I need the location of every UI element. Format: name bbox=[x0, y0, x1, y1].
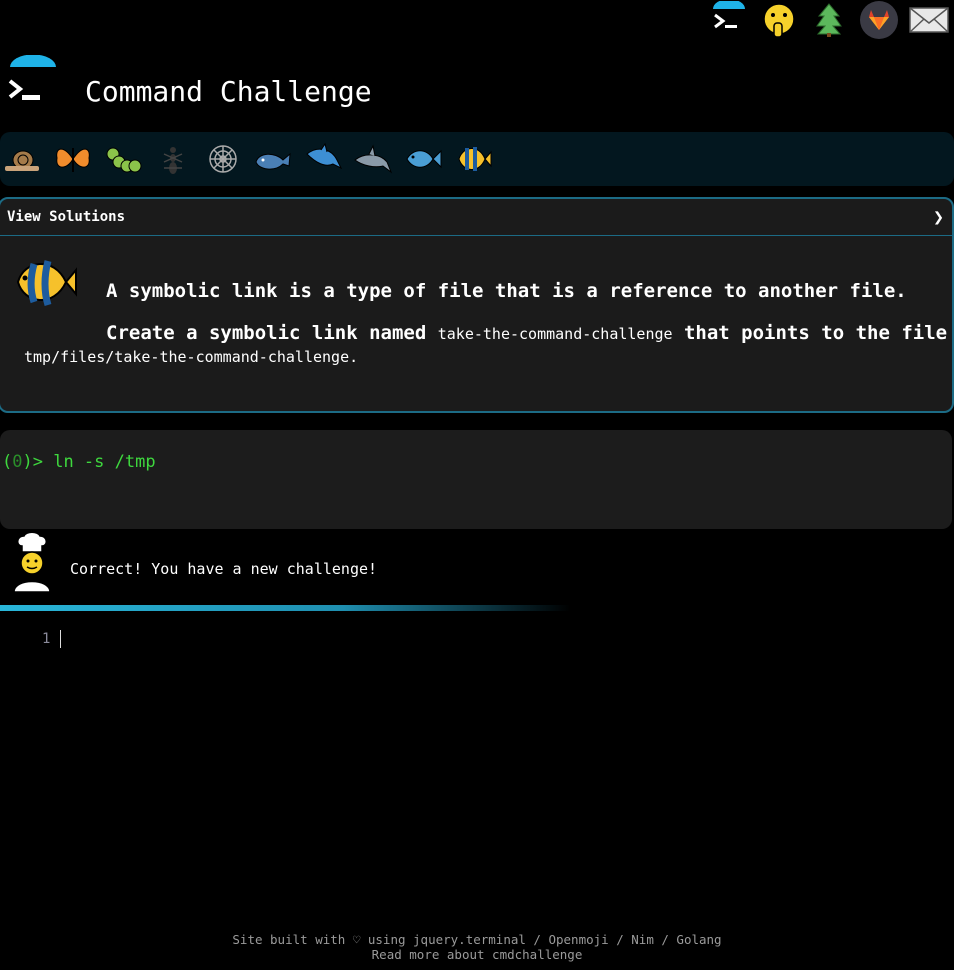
butterfly-icon[interactable] bbox=[52, 138, 94, 180]
challenge-text-line2: Create a symbolic link named take-the-co… bbox=[106, 322, 947, 344]
site-header: Command Challenge bbox=[0, 54, 954, 125]
footer: Site built with ♡ using jquery.terminal … bbox=[0, 932, 954, 962]
text-cursor bbox=[60, 630, 61, 648]
caterpillar-icon[interactable] bbox=[102, 138, 144, 180]
gitlab-icon[interactable] bbox=[858, 0, 900, 40]
view-solutions-toggle[interactable]: View Solutions ❯ bbox=[0, 199, 952, 236]
mail-icon[interactable] bbox=[908, 0, 950, 40]
result-message: Correct! You have a new challenge! bbox=[0, 530, 954, 605]
terminal-prompt[interactable]: (0)> ln -s /tmp bbox=[2, 452, 156, 472]
terminal[interactable]: (0)> ln -s /tmp bbox=[0, 430, 952, 529]
challenge-text-line1: A symbolic link is a type of file that i… bbox=[106, 280, 907, 302]
ant-icon[interactable] bbox=[152, 138, 194, 180]
target-file-path: tmp/files/take-the-command-challenge. bbox=[24, 348, 359, 366]
line-number: 1 bbox=[42, 631, 51, 647]
prompt-open: ( bbox=[2, 452, 13, 472]
symlink-name: take-the-command-challenge bbox=[437, 325, 673, 343]
shushing-face-icon[interactable] bbox=[758, 0, 800, 40]
spider-web-icon[interactable] bbox=[202, 138, 244, 180]
view-solutions-label[interactable]: View Solutions bbox=[7, 209, 125, 225]
challenge-text-prefix: Create a symbolic link named bbox=[106, 322, 438, 344]
result-progress-bar bbox=[0, 605, 570, 611]
challenge-text-suffix: that points to the file bbox=[672, 322, 948, 344]
fish-icon[interactable] bbox=[402, 138, 444, 180]
prompt-exit-code: 0 bbox=[12, 452, 23, 472]
tropical-fish-icon bbox=[14, 254, 78, 316]
challenge-card: View Solutions ❯ A symbolic link is a ty… bbox=[0, 197, 954, 413]
tropical-fish-icon[interactable] bbox=[452, 138, 494, 180]
challenge-progress-bar bbox=[0, 132, 954, 186]
footer-about-link[interactable]: Read more about cmdchallenge bbox=[0, 947, 954, 962]
top-nav bbox=[708, 0, 954, 40]
challenge-description: A symbolic link is a type of file that i… bbox=[0, 236, 952, 406]
dolphin-icon[interactable] bbox=[302, 138, 344, 180]
page-title[interactable]: Command Challenge bbox=[85, 75, 372, 108]
result-text: Correct! You have a new challenge! bbox=[70, 560, 378, 578]
command-editor[interactable]: 1 bbox=[0, 628, 954, 658]
shark-icon[interactable] bbox=[352, 138, 394, 180]
logo-icon[interactable] bbox=[6, 54, 60, 111]
footer-credits[interactable]: Site built with ♡ using jquery.terminal … bbox=[0, 932, 954, 947]
chef-icon bbox=[10, 531, 54, 598]
terminal-umbrella-icon[interactable] bbox=[708, 0, 750, 40]
prompt-close: )> bbox=[22, 452, 43, 472]
whale-icon[interactable] bbox=[252, 138, 294, 180]
tree-icon[interactable] bbox=[808, 0, 850, 40]
terminal-command[interactable]: ln -s /tmp bbox=[43, 452, 155, 472]
chevron-right-icon[interactable]: ❯ bbox=[933, 207, 944, 228]
snail-icon[interactable] bbox=[2, 138, 44, 180]
